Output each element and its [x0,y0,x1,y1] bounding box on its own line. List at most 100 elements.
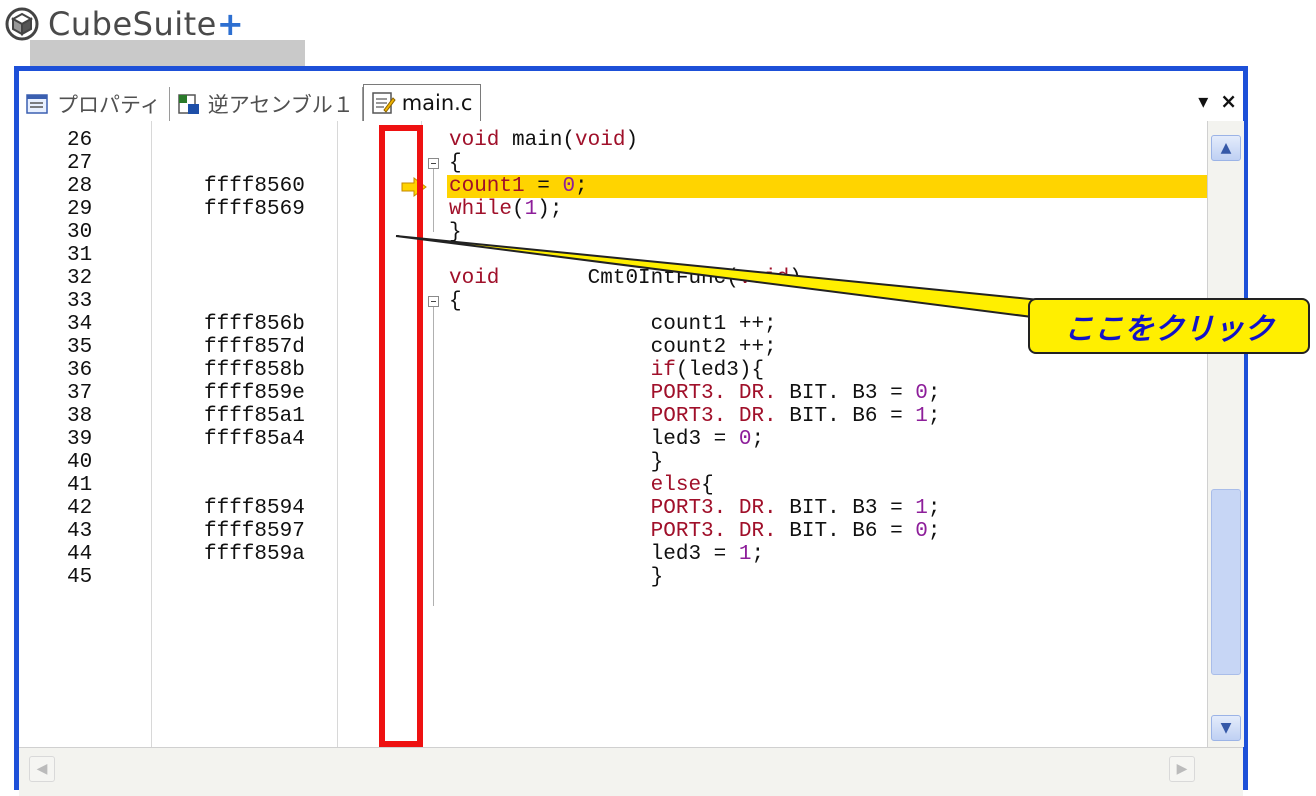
fold-guide-line [433,307,434,606]
line-number: 43 [67,520,93,543]
code-token: BIT. B3 = [776,382,916,405]
tab-controls: ▾ × [1198,89,1237,113]
tab-properties[interactable]: プロパティ [19,87,170,121]
fold-toggle-icon[interactable] [428,296,439,307]
tab-main-c[interactable]: main.c [362,84,482,122]
editor-window: プロパティ 逆アセンブル１ main.c ▾ × 26 void main(vo… [14,66,1248,796]
address: ffff85a4 [204,428,305,451]
code-token: void [575,129,626,152]
code-token: 1 [915,405,928,428]
scroll-right-button[interactable]: ▶ [1169,756,1195,782]
code-token: PORT3. DR. [650,382,777,405]
code-token: } [449,221,462,244]
code-token: void [449,129,500,152]
code-token: 0 [738,428,752,451]
breakpoint-column-highlight [379,125,423,747]
source-code: count1 = 0; [449,175,588,198]
tab-menu-icon[interactable]: ▾ [1198,89,1208,113]
line-number: 40 [67,451,93,474]
source-code: while(1); [449,198,562,221]
horizontal-scrollbar[interactable]: ◀ ▶ [19,747,1243,796]
code-token: ); [537,198,563,221]
code-token: BIT. B6 = [776,520,916,543]
source-code: else{ [449,474,714,497]
code-token: } [449,566,664,589]
code-token: Cmt0IntFunc( [499,267,739,290]
close-icon[interactable]: × [1220,89,1237,113]
code-token: ( [512,198,525,221]
code-token: ; [751,543,765,566]
source-code: led3 = 1; [449,543,764,566]
fold-guide-line [433,169,434,232]
code-token: 1 [738,543,752,566]
logo-underline-bar [30,40,305,68]
code-token: ) [625,129,639,152]
code-row: 30} [19,221,1207,244]
source-code: led3 = 0; [449,428,764,451]
source-code: count2 ++; [449,336,777,359]
code-row: 28 ffff8560 count1 = 0; [19,175,1207,198]
code-token: while [449,198,513,221]
code-token: 1 [524,198,538,221]
code-row: 38 ffff85a1 PORT3. DR. BIT. B6 = 1; [19,405,1207,428]
line-number: 39 [67,428,93,451]
code-editor[interactable]: 26 void main(void) 27{28 ffff8560 count1 = 0… [19,121,1207,747]
code-token: (led3){ [675,359,765,382]
code-token: else [650,474,702,497]
code-token: ; [575,175,588,198]
code-row: 40 } [19,451,1207,474]
code-row: 43 ffff8597 PORT3. DR. BIT. B6 = 0; [19,520,1207,543]
code-token: } [449,451,664,474]
line-number: 32 [67,267,93,290]
address: ffff8597 [204,520,305,543]
code-token: BIT. B6 = [776,405,916,428]
code-token: PORT3. DR. [650,405,777,428]
source-code: } [449,566,664,589]
code-token: count1 [449,175,525,198]
scroll-left-button[interactable]: ◀ [29,756,55,782]
code-token: 0 [915,382,928,405]
address: ffff8560 [204,175,305,198]
code-token: 1 [915,497,928,520]
line-number: 36 [67,359,93,382]
fold-toggle-icon[interactable] [428,158,439,169]
code-token: PORT3. DR. [650,520,777,543]
line-number: 45 [67,566,93,589]
source-code: { [449,152,462,175]
click-here-callout: ここをクリック [1028,298,1310,354]
code-token: count1 ++; [449,313,777,336]
line-number: 37 [67,382,93,405]
address: ffff857d [204,336,305,359]
vertical-scrollbar[interactable]: ▲ ▼ [1207,121,1244,747]
cubesuite-logo: CubeSuite+ [4,6,244,42]
scroll-up-button[interactable]: ▲ [1211,135,1241,161]
cube-logo-icon [5,7,39,41]
tab-disassemble[interactable]: 逆アセンブル１ [170,87,363,121]
line-number: 35 [67,336,93,359]
source-file-icon [371,92,396,114]
line-number: 44 [67,543,93,566]
code-row: 29 ffff8569 while(1); [19,198,1207,221]
code-token: 0 [915,520,928,543]
code-token: { [701,474,714,497]
scroll-down-button[interactable]: ▼ [1211,715,1241,741]
address: ffff859a [204,543,305,566]
code-row: 31 [19,244,1207,267]
address: ffff856b [204,313,305,336]
code-token: led3 = [449,543,739,566]
code-row: 36 ffff858b if(led3){ [19,359,1207,382]
code-token: 0 [562,175,576,198]
disassemble-icon [178,94,199,114]
source-code: } [449,221,462,244]
code-token: void [738,267,790,290]
line-number: 28 [67,175,93,198]
logo-text: CubeSuite+ [48,5,245,43]
line-number: 33 [67,290,93,313]
source-code: } [449,451,664,474]
scroll-thumb[interactable] [1211,489,1241,675]
code-token: { [449,290,462,313]
source-code: void Cmt0IntFunc(void) [449,267,802,290]
properties-icon [26,94,48,114]
